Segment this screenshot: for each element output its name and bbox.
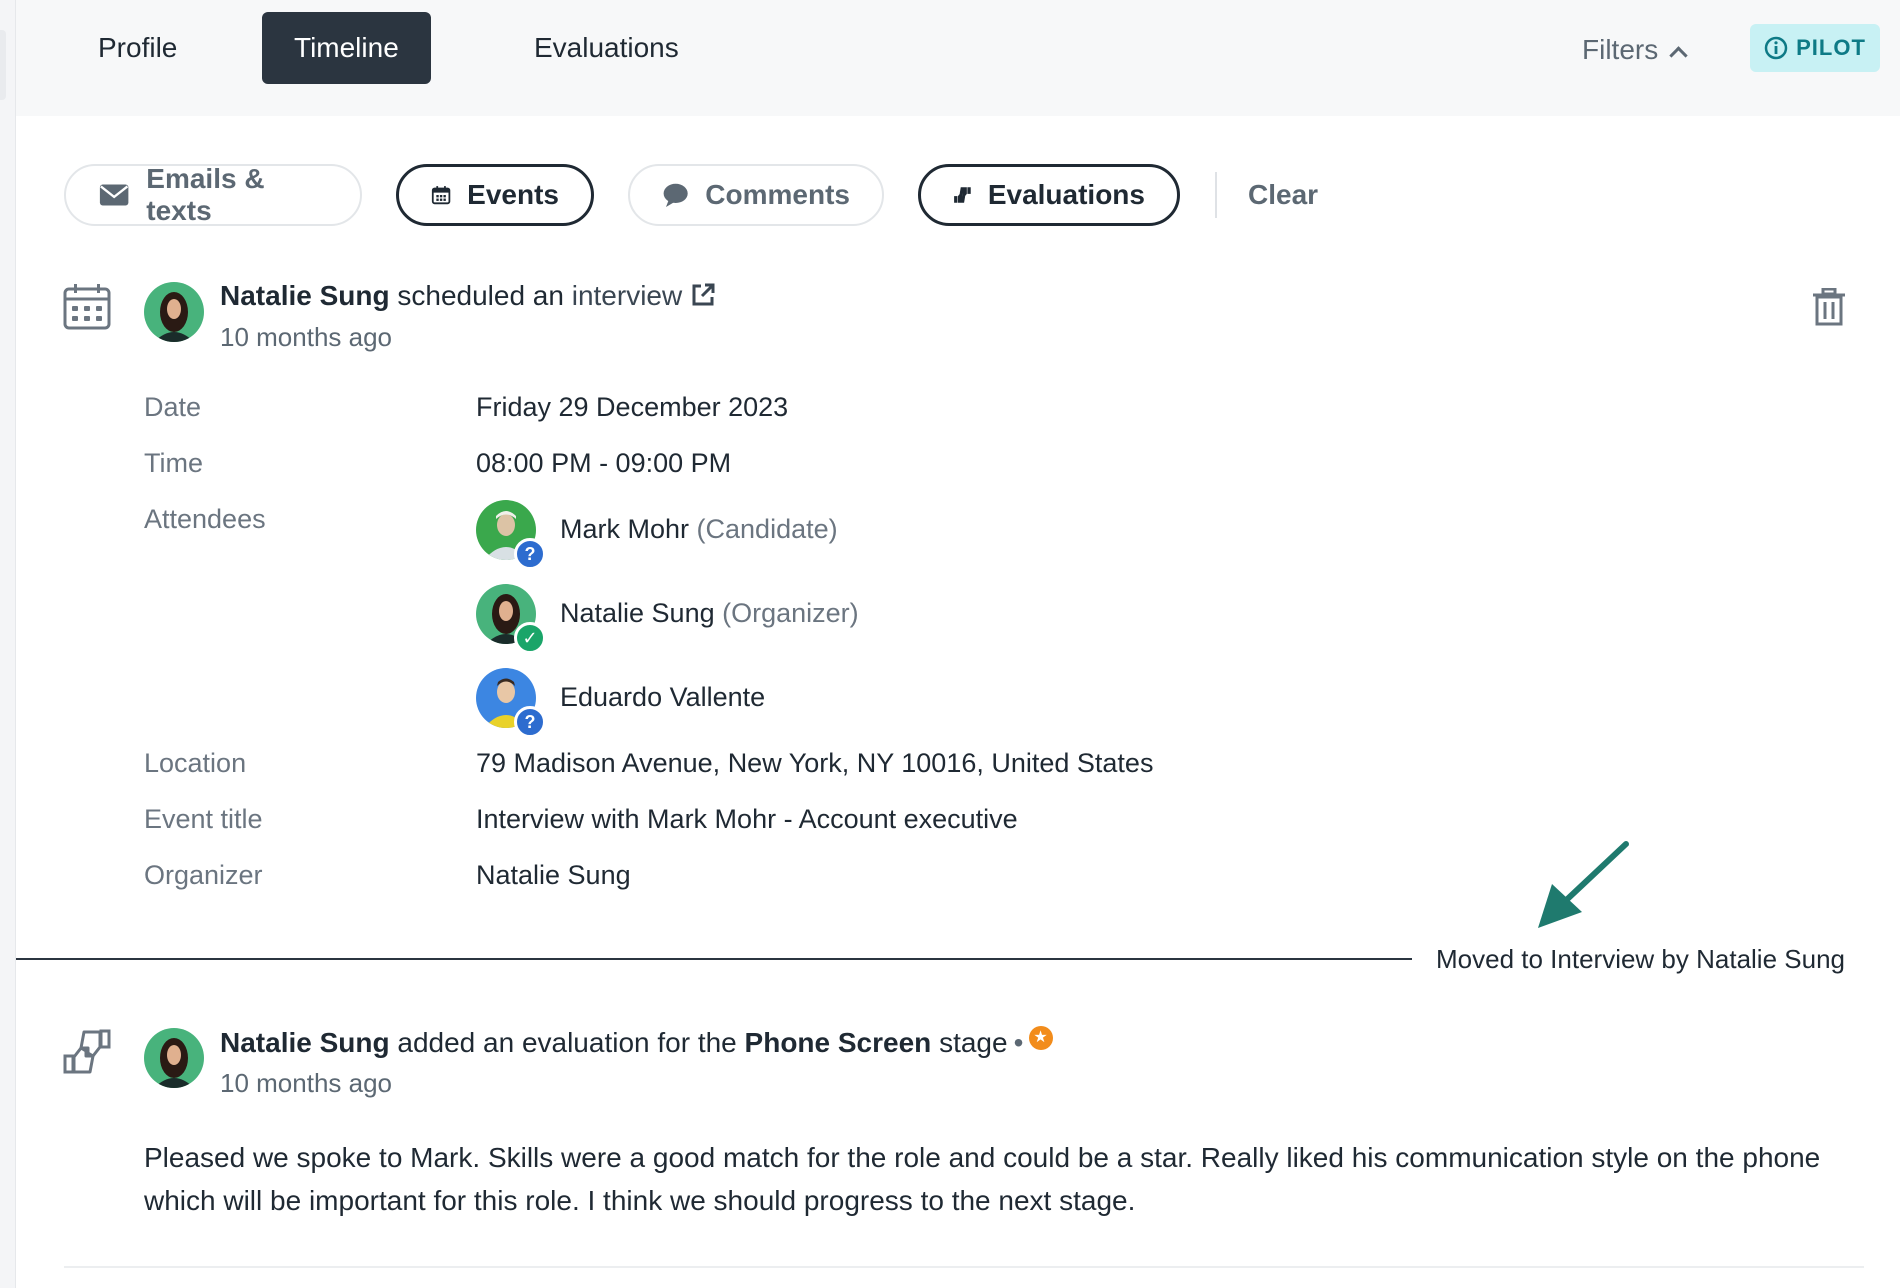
attendee-name-text: Mark Mohr [560, 514, 690, 544]
detail-label-location: Location [144, 748, 247, 778]
comment-icon [663, 183, 688, 208]
detail-value-event-title: Interview with Mark Mohr - Account execu… [476, 804, 1018, 834]
event-action: scheduled an [397, 280, 564, 311]
external-link-icon[interactable] [690, 282, 716, 308]
avatar [144, 282, 204, 342]
status-unknown-badge: ? [514, 706, 546, 738]
attendee-role: (Organizer) [722, 598, 859, 628]
calendar-icon [431, 186, 451, 205]
thumbs-icon [954, 187, 971, 203]
evaluation-comment: Pleased we spoke to Mark. Skills were a … [144, 1142, 1821, 1216]
tab-timeline[interactable]: Timeline [262, 12, 431, 84]
panel-notch [0, 30, 6, 100]
detail-value-time: 08:00 PM - 09:00 PM [476, 448, 732, 478]
clear-filters-button[interactable]: Clear [1248, 172, 1318, 218]
attendee-name: Eduardo Vallente [560, 682, 765, 713]
filters-label: Filters [1582, 34, 1659, 65]
evaluation-headline: Natalie Sung added an evaluation for the… [220, 1026, 1054, 1059]
detail-label-organizer: Organizer [144, 860, 263, 890]
detail-value-organizer: Natalie Sung [476, 860, 631, 890]
rating-star-icon: ★ [1029, 1026, 1054, 1050]
trash-icon[interactable] [1812, 288, 1846, 326]
chip-separator [1215, 172, 1217, 218]
attendee-role: (Candidate) [696, 514, 838, 544]
interview-link[interactable]: interview [572, 280, 682, 311]
separator-dot: • [1013, 1027, 1024, 1058]
evaluation-suffix: stage [939, 1027, 1008, 1058]
detail-label-event-title: Event title [144, 804, 263, 834]
avatar [144, 1028, 204, 1088]
event-headline: Natalie Sung scheduled an interview [220, 280, 716, 312]
evaluation-stage: Phone Screen [744, 1027, 932, 1058]
detail-label-attendees: Attendees [144, 504, 266, 534]
filter-chip-label: Evaluations [987, 179, 1145, 210]
filters-toggle[interactable]: Filters [1582, 22, 1688, 78]
evaluation-actor[interactable]: Natalie Sung [220, 1027, 390, 1058]
filter-chip-events[interactable]: Events [396, 164, 594, 226]
info-icon [1764, 36, 1788, 60]
thumbs-icon [63, 1029, 111, 1074]
status-accepted-badge: ✓ [514, 622, 546, 654]
attendee-name: Natalie Sung (Organizer) [560, 598, 859, 629]
entry-divider [64, 1266, 1864, 1268]
detail-label-date: Date [144, 392, 202, 422]
tab-evaluations[interactable]: Evaluations [502, 12, 711, 84]
stage-change-note: Moved to Interview by Natalie Sung [1436, 944, 1845, 974]
filter-chip-comments[interactable]: Comments [628, 164, 884, 226]
filter-chip-emails[interactable]: Emails & texts [64, 163, 362, 226]
filter-chip-label: Events [467, 179, 559, 210]
tab-profile[interactable]: Profile [66, 12, 209, 84]
event-timestamp: 10 months ago [220, 322, 393, 352]
attendee-name: Mark Mohr (Candidate) [560, 514, 838, 545]
left-panel-edge [0, 0, 16, 1288]
pilot-badge[interactable]: PILOT [1750, 24, 1880, 72]
chevron-up-icon [1669, 46, 1688, 65]
evaluation-timestamp: 10 months ago [220, 1068, 393, 1098]
top-tab-bar: Profile Timeline Evaluations Filters PIL… [16, 0, 1900, 116]
filter-chip-evaluations[interactable]: Evaluations [918, 164, 1180, 226]
detail-label-time: Time [144, 448, 203, 478]
status-unknown-badge: ? [514, 538, 546, 570]
detail-value-location: 79 Madison Avenue, New York, NY 10016, U… [476, 748, 1154, 778]
filter-chip-label: Emails & texts [146, 163, 265, 226]
envelope-icon [99, 184, 129, 206]
attendee-name-text: Eduardo Vallente [560, 682, 766, 712]
evaluation-action: added an evaluation for the [397, 1027, 737, 1058]
filter-chip-label: Comments [705, 179, 850, 210]
detail-value-date: Friday 29 December 2023 [476, 392, 789, 422]
stage-divider [16, 958, 1412, 960]
calendar-icon [63, 284, 111, 330]
pilot-label: PILOT [1796, 35, 1866, 60]
event-actor[interactable]: Natalie Sung [220, 280, 390, 311]
annotation-arrow-icon [1538, 841, 1629, 928]
attendee-name-text: Natalie Sung [560, 598, 715, 628]
